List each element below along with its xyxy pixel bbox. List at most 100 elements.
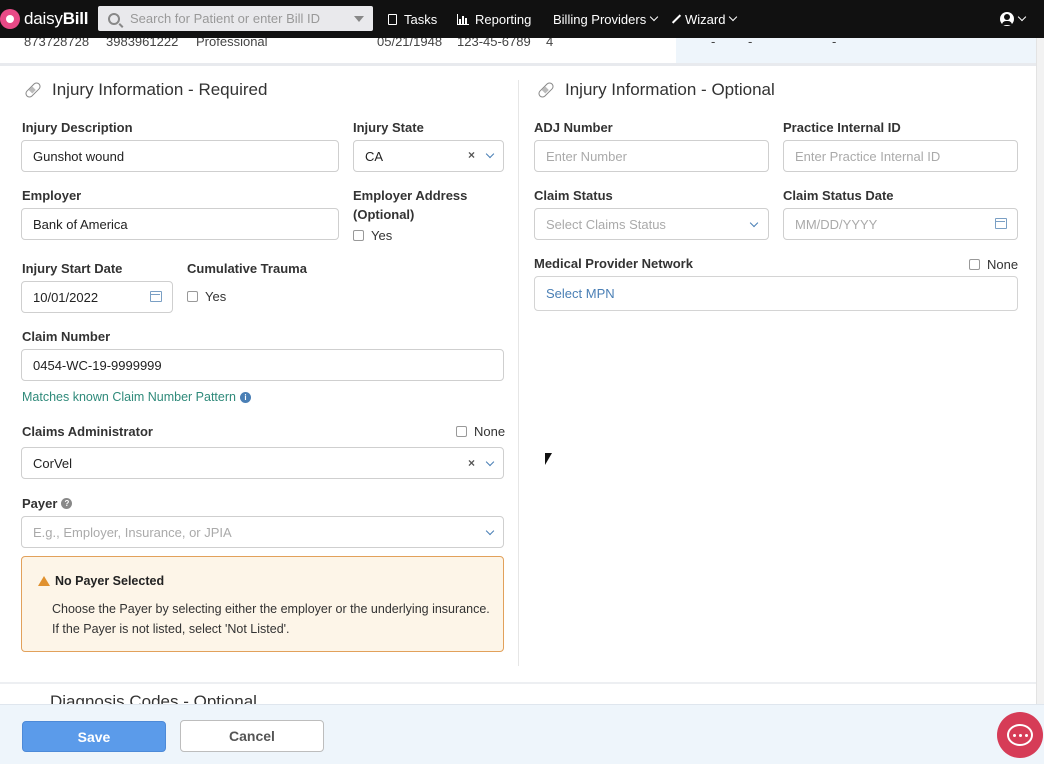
claims-administrator-none-checkbox[interactable]	[456, 426, 467, 437]
mpn-none: None	[987, 257, 1019, 272]
injury-description-value: Gunshot wound	[33, 148, 125, 164]
chat-button[interactable]	[997, 712, 1043, 758]
strip-c8: -	[748, 38, 753, 49]
claim-status-date-input[interactable]: MM/DD/YYYY	[783, 208, 1018, 240]
nav-billing-providers[interactable]: Billing Providers	[553, 0, 659, 38]
strip-c4: 05/21/1948	[377, 38, 443, 49]
search-placeholder: Search for Patient or enter Bill ID	[130, 11, 321, 26]
claim-status-select[interactable]: Select Claims Status	[534, 208, 769, 240]
claim-status-label: Claim Status	[534, 188, 613, 203]
clear-icon[interactable]: ×	[468, 148, 475, 162]
top-navbar: daisyBill Search for Patient or enter Bi…	[0, 0, 1044, 38]
warning-title: No Payer Selected	[38, 574, 164, 588]
chat-icon	[1007, 724, 1033, 746]
practice-internal-id-input[interactable]: Enter Practice Internal ID	[783, 140, 1018, 172]
claims-administrator-none: None	[474, 424, 506, 439]
nav-reporting-label: Reporting	[475, 11, 532, 27]
chevron-down-icon	[729, 12, 738, 22]
cumulative-trauma-checkbox[interactable]	[187, 291, 198, 302]
claim-status-placeholder: Select Claims Status	[546, 216, 666, 232]
column-divider	[518, 80, 519, 666]
strip-c5: 123-45-6789	[457, 38, 531, 49]
bandage-icon	[23, 80, 43, 100]
warning-title-text: No Payer Selected	[55, 574, 165, 588]
bar-chart-icon	[457, 13, 469, 25]
warning-icon	[38, 576, 50, 586]
mouse-cursor	[545, 453, 552, 465]
injury-description-label: Injury Description	[22, 120, 133, 135]
search-icon	[108, 12, 120, 25]
required-section-title: Injury Information - Required	[23, 80, 268, 100]
injury-state-label: Injury State	[353, 120, 424, 135]
calendar-icon[interactable]	[995, 218, 1007, 229]
employer-input[interactable]: Bank of America	[21, 208, 339, 240]
help-icon[interactable]: ?	[61, 498, 73, 509]
search-input[interactable]: Search for Patient or enter Bill ID	[98, 6, 373, 31]
required-title-text: Injury Information - Required	[52, 80, 268, 99]
nav-wizard[interactable]: Wizard	[671, 0, 738, 38]
nav-tasks[interactable]: Tasks	[388, 0, 437, 38]
bandage-icon	[536, 80, 556, 100]
practice-internal-id-placeholder: Enter Practice Internal ID	[795, 148, 941, 164]
daisy-icon	[0, 9, 20, 29]
strip-highlight	[676, 38, 1036, 63]
employer-address-yes: Yes	[371, 228, 393, 243]
injury-state-select[interactable]: CA	[353, 140, 504, 172]
injury-start-date-label: Injury Start Date	[22, 261, 123, 276]
strip-c6: 4	[546, 38, 554, 49]
employer-address-label: Employer Address	[353, 188, 468, 203]
claims-administrator-select[interactable]: CorVel	[21, 447, 504, 479]
adj-number-label: ADJ Number	[534, 120, 613, 135]
adj-number-placeholder: Enter Number	[546, 148, 627, 164]
mpn-select[interactable]: Select MPN	[534, 276, 1018, 311]
nav-wizard-label: Wizard	[685, 11, 726, 27]
adj-number-input[interactable]: Enter Number	[534, 140, 769, 172]
claim-status-date-label: Claim Status Date	[783, 188, 894, 203]
chevron-down-icon	[649, 12, 659, 22]
patient-summary-row: 873728728 3983961222 Professional 05/21/…	[0, 38, 1044, 66]
employer-address-optional: (Optional)	[353, 207, 415, 222]
mpn-label: Medical Provider Network	[534, 256, 693, 271]
optional-title-text: Injury Information - Optional	[565, 80, 775, 99]
claim-number-input[interactable]: 0454-WC-19-9999999	[21, 349, 504, 381]
strip-c2: 3983961222	[106, 38, 179, 49]
payer-label-text: Payer	[22, 496, 58, 511]
payer-placeholder: E.g., Employer, Insurance, or JPIA	[33, 524, 232, 540]
logo[interactable]: daisyBill	[0, 0, 98, 38]
claim-match-text: Matches known Claim Number Pattern	[22, 390, 236, 404]
nav-billing-providers-label: Billing Providers	[553, 11, 647, 27]
payer-select[interactable]: E.g., Employer, Insurance, or JPIA	[21, 516, 504, 548]
claims-administrator-label: Claims Administrator	[22, 424, 153, 439]
logo-prefix: daisy	[24, 9, 63, 28]
employer-address-checkbox[interactable]	[353, 230, 364, 241]
claim-number-match-text: Matches known Claim Number Pattern i	[22, 390, 251, 404]
calendar-icon[interactable]	[150, 291, 162, 302]
no-payer-warning: No Payer Selected Choose the Payer by se…	[21, 556, 504, 652]
clipboard-icon	[388, 13, 397, 25]
chevron-down-icon	[1017, 12, 1027, 22]
injury-description-input[interactable]: Gunshot wound	[21, 140, 339, 172]
caret-down-icon	[354, 16, 364, 22]
wand-icon	[671, 14, 682, 24]
claim-status-date-placeholder: MM/DD/YYYY	[795, 216, 878, 232]
nav-reporting[interactable]: Reporting	[457, 0, 531, 38]
logo-suffix: Bill	[62, 9, 89, 28]
user-icon	[1000, 12, 1014, 26]
strip-c7: -	[711, 38, 716, 49]
strip-c1: 873728728	[24, 38, 90, 49]
employer-value: Bank of America	[33, 216, 128, 232]
payer-label: Payer ?	[22, 496, 73, 511]
clear-icon[interactable]: ×	[468, 456, 475, 470]
strip-c3: Professional	[196, 38, 268, 49]
user-menu[interactable]	[1000, 0, 1027, 38]
page-scrollbar[interactable]	[1036, 38, 1044, 764]
claim-number-label: Claim Number	[22, 329, 111, 344]
warning-body: Choose the Payer by selecting either the…	[52, 602, 490, 636]
cancel-button[interactable]: Cancel	[180, 720, 324, 752]
injury-state-value: CA	[365, 148, 384, 164]
claim-number-value: 0454-WC-19-9999999	[33, 357, 162, 373]
info-icon[interactable]: i	[239, 391, 251, 403]
save-button[interactable]: Save	[22, 721, 166, 752]
practice-internal-id-label: Practice Internal ID	[783, 120, 901, 135]
mpn-none-checkbox[interactable]	[969, 259, 980, 270]
